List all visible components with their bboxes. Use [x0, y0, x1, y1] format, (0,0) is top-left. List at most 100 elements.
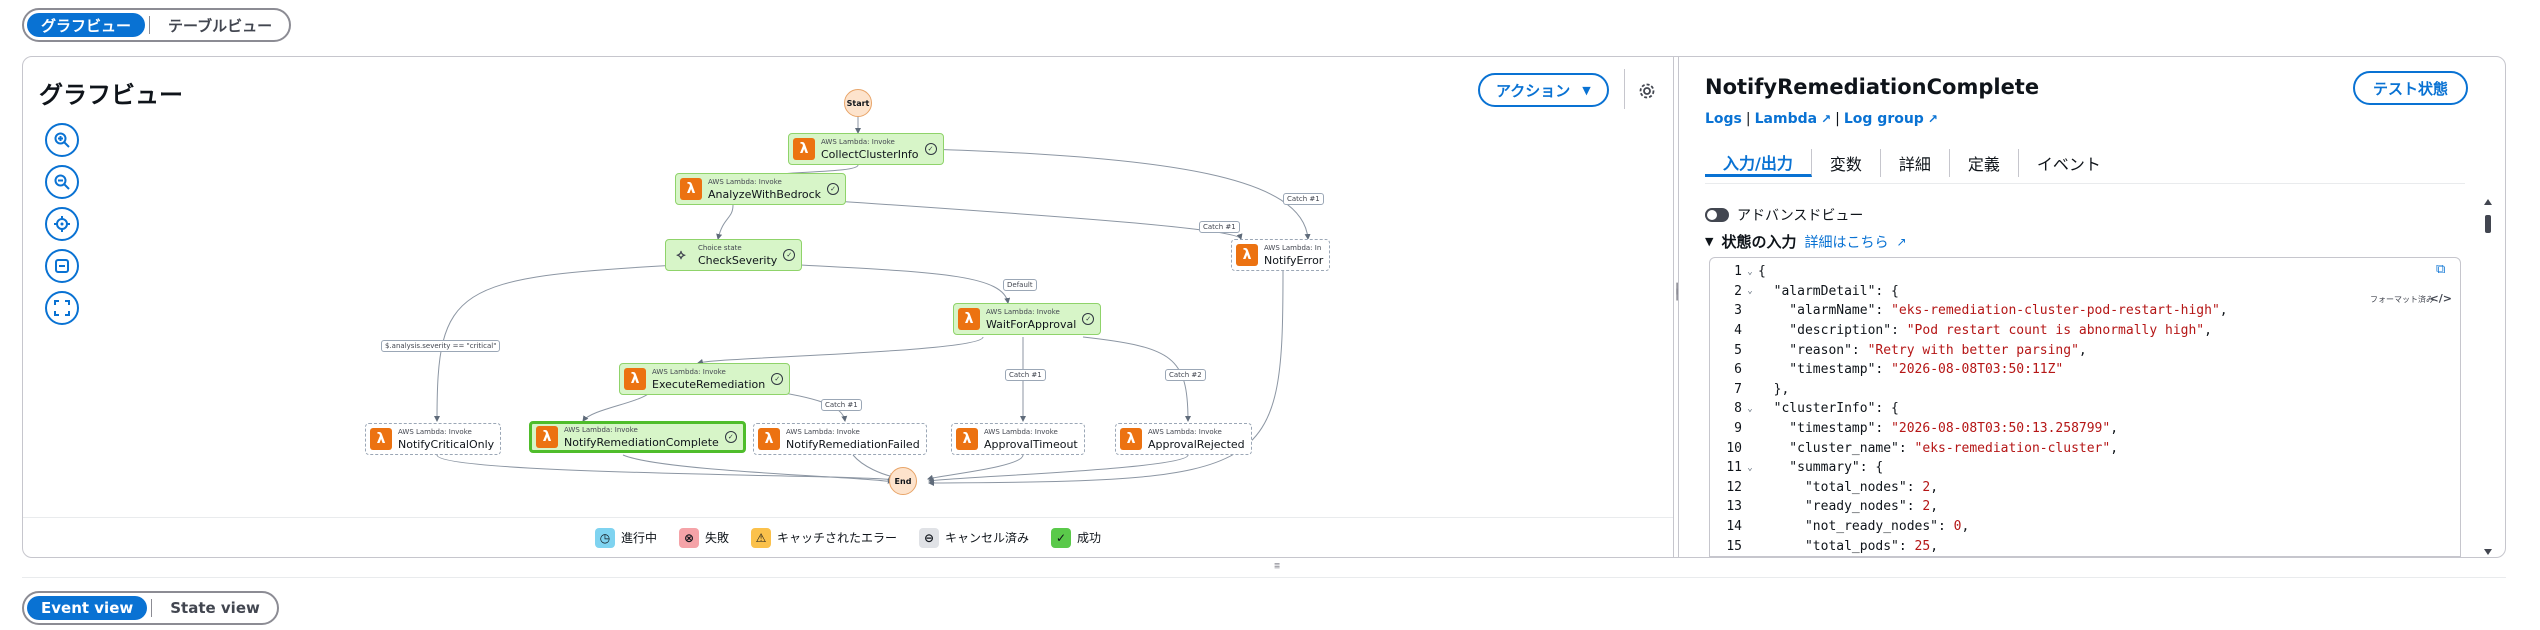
line-number: 6 [1734, 362, 1742, 378]
node-approval-timeout[interactable]: λ AWS Lambda: Invoke ApprovalTimeout [951, 423, 1085, 455]
node-type: AWS Lambda: Invoke [984, 427, 1058, 436]
event-view-option[interactable]: Event view [27, 596, 148, 620]
clock-icon: ◷ [594, 527, 615, 548]
node-collect-cluster-info[interactable]: λ AWS Lambda: Invoke CollectClusterInfo ✓ [788, 133, 944, 165]
json-code-viewer[interactable]: 1 ⌄{2 ⌄ "alarmDetail": {3 "alarmName": "ek… [1709, 257, 2461, 557]
format-icon[interactable]: </> [2430, 292, 2452, 305]
lambda-icon: λ [956, 428, 978, 450]
code-line: 15 "total_pods": 25, [1710, 536, 2460, 556]
fit-button[interactable] [45, 249, 79, 283]
lambda-icon: λ [793, 138, 815, 160]
line-number: 5 [1734, 342, 1742, 358]
code-line: 4 "description": "Pod restart count is a… [1710, 321, 2460, 341]
more-info-link[interactable]: 詳細はこちら [1804, 232, 1888, 252]
resize-handle-icon[interactable]: ═ ═ [1262, 561, 1292, 572]
graph-view-option[interactable]: グラフビュー [27, 13, 146, 37]
node-check-severity[interactable]: ⟡ Choice state CheckSeverity ✓ [665, 239, 803, 271]
fold-icon[interactable]: ⌄ [1742, 404, 1758, 414]
code-text: "total_pods": 25, [1758, 538, 1939, 554]
legend-label: 成功 [1077, 531, 1102, 545]
bottom-divider [22, 577, 2506, 578]
fold-icon[interactable]: ⌄ [1742, 267, 1758, 277]
legend-item: ⊗ 失敗 [678, 527, 729, 548]
edge-label: Catch #1 [1199, 221, 1240, 233]
node-type: AWS Lambda: Invoke [564, 425, 638, 434]
tab-input-output[interactable]: 入力/出力 [1705, 149, 1812, 177]
tab-variables[interactable]: 変数 [1812, 149, 1881, 177]
fold-icon[interactable]: ⌄ [1742, 286, 1758, 296]
zoom-out-button[interactable] [45, 165, 79, 199]
tab-underline [1705, 183, 2465, 184]
node-wait-for-approval[interactable]: λ AWS Lambda: Invoke WaitForApproval ✓ [953, 303, 1102, 335]
node-type: Choice state [698, 243, 742, 252]
node-notify-remediation-complete[interactable]: λ AWS Lambda: Invoke NotifyRemediationCom… [529, 421, 746, 453]
code-text: "timestamp": "2026-08-08T03:50:13.258799… [1758, 421, 2119, 437]
node-type: AWS Lambda: Invoke [652, 367, 726, 376]
tab-definition[interactable]: 定義 [1950, 149, 2019, 177]
state-view-option[interactable]: State view [156, 596, 274, 620]
node-name: NotifyRemediationFailed [786, 437, 920, 451]
edge-label: Catch #1 [1283, 193, 1324, 205]
format-label: フォーマット済み [2370, 295, 2434, 304]
separator: | [1745, 111, 1751, 127]
lambda-icon: λ [1120, 428, 1142, 450]
node-approval-rejected[interactable]: λ AWS Lambda: Invoke ApprovalRejected [1115, 423, 1252, 455]
end-node[interactable]: End [889, 467, 917, 495]
node-type: AWS Lambda: Invoke [786, 427, 860, 436]
detail-tabs: 入力/出力 変数 詳細 定義 イベント [1705, 149, 2119, 177]
success-check-icon: ✓ [1082, 313, 1095, 325]
line-number: 15 [1726, 538, 1742, 554]
advanced-view-toggle[interactable] [1705, 208, 1729, 222]
node-execute-remediation[interactable]: λ AWS Lambda: Invoke ExecuteRemediation ✓ [619, 363, 791, 395]
code-text: "alarmName": "eks-remediation-cluster-po… [1758, 303, 2228, 319]
lambda-icon: λ [958, 308, 980, 330]
node-analyze-with-bedrock[interactable]: λ AWS Lambda: Invoke AnalyzeWithBedrock ✓ [675, 173, 847, 205]
graph-pane: グラフビュー アクション ▼ Start λ AWS Lambda: Invok… [23, 57, 1673, 557]
line-number: 10 [1726, 440, 1742, 456]
scrollbar[interactable] [2483, 197, 2493, 557]
line-number: 7 [1734, 381, 1742, 397]
settings-button[interactable] [1635, 79, 1659, 103]
event-state-toggle: Event view State view [22, 591, 279, 625]
log-group-link[interactable]: Log group [1844, 111, 1924, 127]
lambda-icon: λ [624, 368, 646, 390]
fullscreen-button[interactable] [45, 291, 79, 325]
collapse-icon [55, 259, 69, 273]
code-text: "total_nodes": 2, [1758, 479, 1939, 495]
external-link-icon: ↗ [1821, 112, 1832, 126]
edge-label: Catch #2 [1165, 369, 1206, 381]
node-type: AWS Lambda: Invoke [986, 307, 1060, 316]
table-view-option[interactable]: テーブルビュー [154, 13, 286, 37]
lambda-icon: λ [758, 428, 780, 450]
success-check-icon: ✓ [783, 249, 796, 261]
node-name: ExecuteRemediation [652, 377, 766, 391]
code-line: 1 ⌄{ [1710, 262, 2460, 282]
action-dropdown-button[interactable]: アクション ▼ [1478, 73, 1609, 107]
start-node[interactable]: Start [844, 89, 872, 117]
zoom-in-button[interactable] [45, 123, 79, 157]
code-text: "clusterInfo": { [1758, 401, 1899, 417]
tab-events[interactable]: イベント [2019, 149, 2119, 177]
node-type: AWS Lambda: Invoke [821, 137, 895, 146]
toggle-divider [149, 16, 151, 34]
fold-icon[interactable]: ⌄ [1742, 463, 1758, 473]
drag-handle-icon[interactable]: ┃ ┃ [1674, 285, 1680, 327]
node-notify-critical-only[interactable]: λ AWS Lambda: Invoke NotifyCriticalOnly [365, 423, 502, 455]
logs-link[interactable]: Logs [1705, 111, 1742, 127]
code-text: "cluster_name": "eks-remediation-cluster… [1758, 440, 2119, 456]
center-button[interactable] [45, 207, 79, 241]
line-number: 13 [1726, 499, 1742, 515]
caret-down-icon[interactable]: ▼ [1705, 235, 1713, 248]
lambda-link[interactable]: Lambda [1755, 111, 1817, 127]
edge-label: $.analysis.severity == "critical" [381, 340, 501, 352]
node-notify-error[interactable]: λ AWS Lambda: In NotifyError [1231, 239, 1331, 271]
legend-item: ◷ 進行中 [594, 527, 657, 548]
node-notify-remediation-failed[interactable]: λ AWS Lambda: Invoke NotifyRemediationFai… [753, 423, 927, 455]
test-state-button[interactable]: テスト状態 [2353, 71, 2469, 105]
line-number: 11 [1726, 460, 1742, 476]
copy-icon[interactable]: ⧉ [2436, 262, 2452, 278]
tab-details[interactable]: 詳細 [1881, 149, 1950, 177]
check-icon: ✓ [1051, 527, 1072, 548]
line-number: 4 [1734, 323, 1742, 339]
code-line: 5 "reason": "Retry with better parsing", [1710, 340, 2460, 360]
